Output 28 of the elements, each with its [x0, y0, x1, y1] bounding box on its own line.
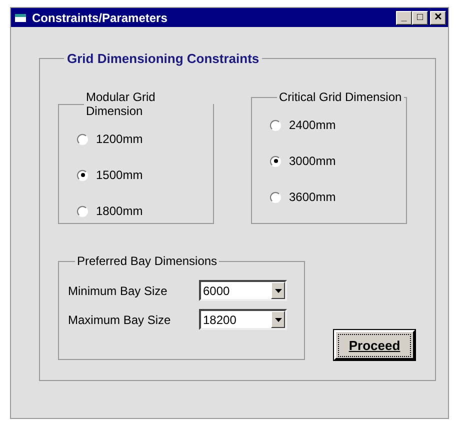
radio-button[interactable] [77, 206, 88, 216]
radio-label: 1200mm [96, 132, 143, 146]
group-title: Modular Grid Dimension [85, 90, 156, 118]
group-title: Preferred Bay Dimensions [76, 254, 218, 268]
radio-button[interactable] [77, 134, 88, 144]
radio-label: 1500mm [96, 168, 143, 182]
radio-label: 3000mm [289, 154, 336, 168]
maximize-button[interactable]: □ [412, 10, 428, 24]
field-label: Minimum Bay Size [68, 284, 168, 298]
close-button[interactable]: ✕ [430, 10, 446, 24]
dropdown-arrow-icon [274, 288, 282, 292]
radio-button[interactable] [270, 120, 281, 130]
minimize-button[interactable]: _ [396, 10, 412, 24]
group-title: Grid Dimensioning Constraints [66, 51, 260, 66]
group-title: Critical Grid Dimension [278, 90, 403, 104]
proceed-button[interactable]: Proceed [334, 330, 415, 360]
radio-button[interactable] [270, 192, 281, 202]
field-label: Maximum Bay Size [68, 312, 172, 326]
radio-label: 2400mm [289, 118, 336, 132]
dropdown-arrow-icon [274, 318, 282, 322]
radio-label: 1800mm [96, 204, 143, 218]
radio-button[interactable] [270, 156, 281, 166]
radio-label: 3600mm [289, 190, 336, 204]
window-title: Constraints/Parameters [32, 10, 168, 24]
window-icon [14, 12, 28, 24]
dropdown-field[interactable]: 6000 [199, 280, 287, 301]
dropdown-field[interactable]: 18200 [199, 309, 287, 330]
radio-button[interactable] [77, 170, 88, 180]
